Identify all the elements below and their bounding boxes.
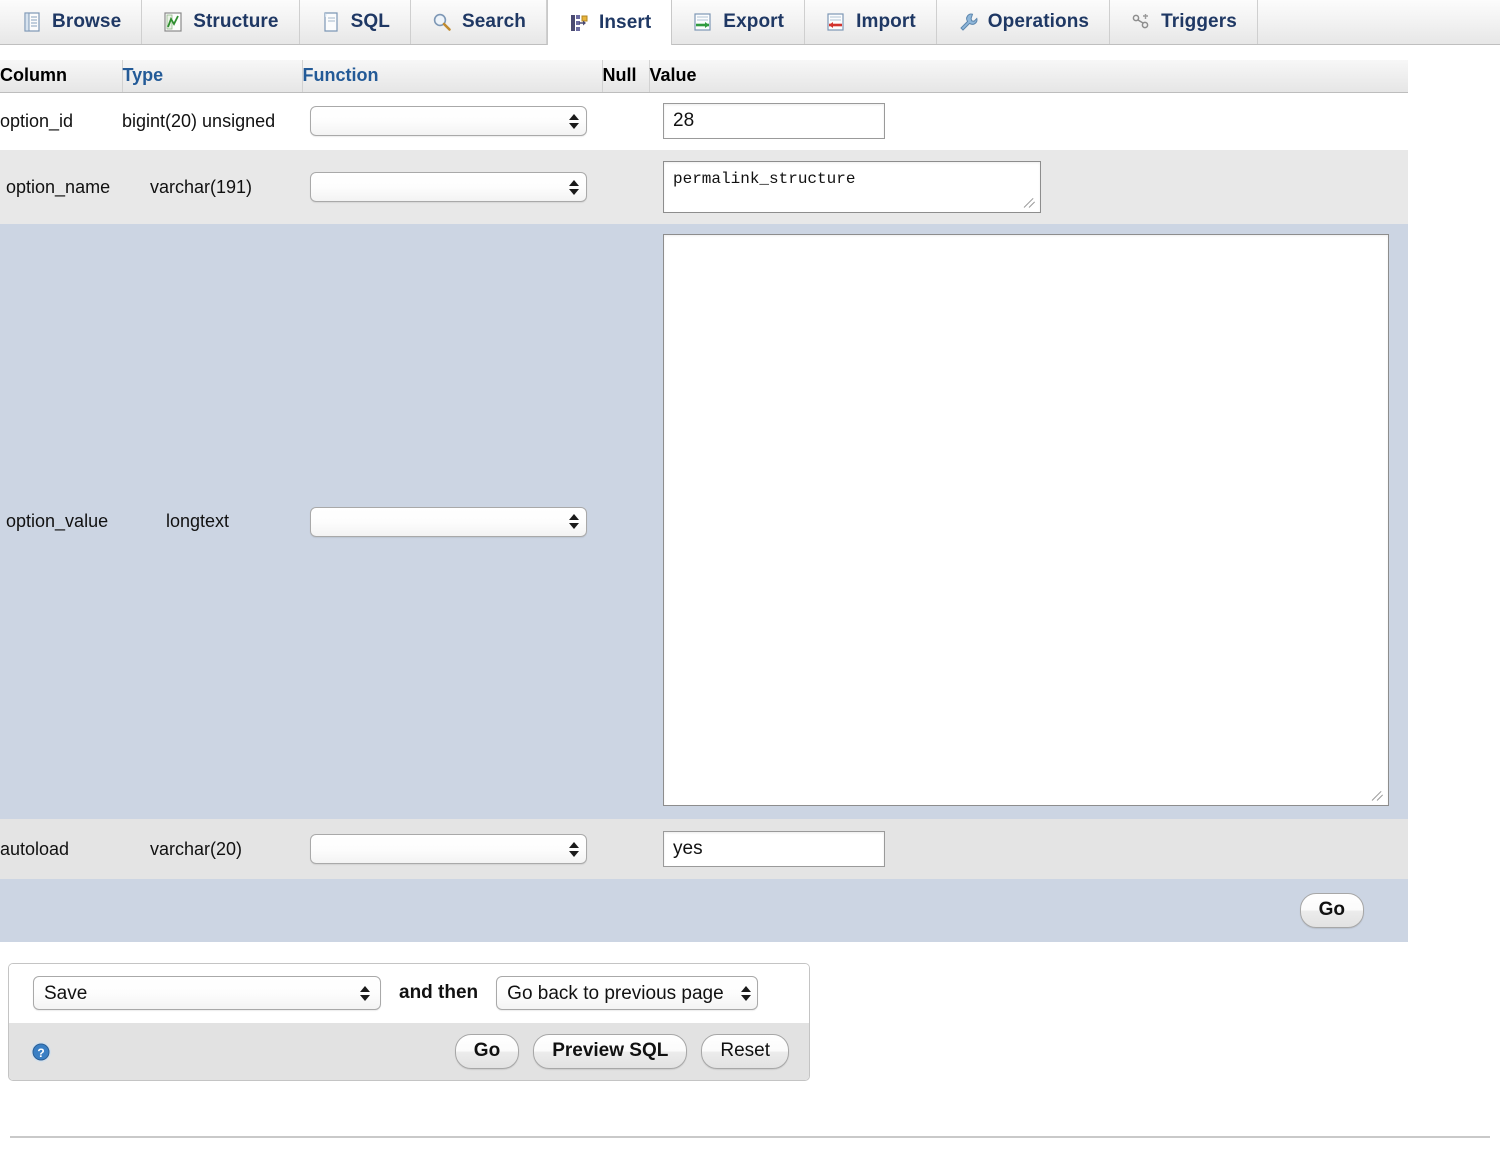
row-column-name: option_name (0, 150, 122, 224)
insert-actions-panel: Save and then Go back to previous page ?… (8, 963, 810, 1081)
tab-sql[interactable]: SQL (300, 0, 411, 44)
tab-label: Import (856, 11, 916, 33)
wrench-icon (957, 11, 979, 33)
function-select[interactable] (310, 834, 587, 864)
export-icon (692, 11, 714, 33)
row-null-cell (602, 224, 649, 819)
value-textarea-wrap (663, 224, 1389, 814)
search-icon (431, 11, 453, 33)
import-icon (825, 11, 847, 33)
panel-select-row: Save and then Go back to previous page (9, 964, 809, 1022)
value-textarea-wrap: permalink_structure (663, 153, 1041, 221)
function-select-wrap (310, 172, 587, 202)
go-submit-button[interactable]: Go (455, 1034, 519, 1069)
value-textarea-option-value[interactable] (663, 234, 1389, 806)
tab-label: Operations (988, 11, 1089, 33)
tab-label: Insert (599, 12, 651, 34)
row-function-cell (302, 224, 602, 819)
sql-icon (320, 11, 342, 33)
save-select-wrap: Save (33, 976, 381, 1010)
table-row: autoload varchar(20) (0, 819, 1408, 879)
tab-browse[interactable]: Browse (0, 0, 142, 44)
reset-button[interactable]: Reset (701, 1034, 789, 1069)
row-value-cell (649, 224, 1408, 819)
go-button[interactable]: Go (1300, 893, 1364, 928)
browse-icon (21, 11, 43, 33)
row-column-type: longtext (122, 224, 302, 819)
go-cell: Go (0, 879, 1408, 942)
tab-export[interactable]: Export (672, 0, 805, 44)
row-function-cell (302, 92, 602, 150)
help-circle-icon[interactable]: ? (29, 1040, 53, 1064)
tab-label: Search (462, 11, 526, 33)
triggers-icon (1130, 11, 1152, 33)
tab-label: Structure (193, 11, 278, 33)
row-null-cell (602, 819, 649, 879)
after-action-select[interactable]: Go back to previous page (496, 976, 758, 1010)
insert-icon (568, 12, 590, 34)
row-column-type: varchar(20) (122, 819, 302, 879)
table-row: option_id bigint(20) unsigned (0, 92, 1408, 150)
tab-insert[interactable]: Insert (547, 0, 672, 45)
and-then-label: and then (399, 982, 478, 1004)
row-value-cell (649, 819, 1408, 879)
table-go-row: Go (0, 879, 1408, 942)
header-value[interactable]: Value (649, 60, 1408, 92)
row-column-name: autoload (0, 819, 122, 879)
tab-label: SQL (351, 11, 390, 33)
row-column-name: option_id (0, 92, 122, 150)
page-bottom-divider (10, 1136, 1490, 1138)
preview-sql-button[interactable]: Preview SQL (533, 1034, 687, 1069)
row-value-cell (649, 92, 1408, 150)
insert-form-table: Column Type Function Null Value option_i… (0, 60, 1408, 942)
table-row: option_value longtext (0, 224, 1408, 819)
function-select-wrap (310, 834, 587, 864)
tab-operations[interactable]: Operations (937, 0, 1110, 44)
tab-import[interactable]: Import (805, 0, 937, 44)
row-function-cell (302, 819, 602, 879)
function-select[interactable] (310, 106, 587, 136)
function-select[interactable] (310, 507, 587, 537)
main-tab-bar: Browse Structure SQL (0, 0, 1500, 45)
row-function-cell (302, 150, 602, 224)
value-input-autoload[interactable] (663, 831, 885, 867)
function-select[interactable] (310, 172, 587, 202)
header-null[interactable]: Null (602, 60, 649, 92)
row-value-cell: permalink_structure (649, 150, 1408, 224)
svg-text:?: ? (37, 1046, 44, 1060)
row-column-type: bigint(20) unsigned (122, 92, 302, 150)
row-column-name: option_value (0, 224, 122, 819)
tab-label: Export (723, 11, 784, 33)
tab-search[interactable]: Search (411, 0, 547, 44)
tab-label: Browse (52, 11, 121, 33)
panel-button-row: ? Go Preview SQL Reset (9, 1022, 809, 1080)
table-header-row: Column Type Function Null Value (0, 60, 1408, 92)
row-column-type: varchar(191) (122, 150, 302, 224)
row-null-cell (602, 92, 649, 150)
tab-structure[interactable]: Structure (142, 0, 299, 44)
table-row: option_name varchar(191) permalink_struc… (0, 150, 1408, 224)
tab-triggers[interactable]: Triggers (1110, 0, 1258, 44)
function-select-wrap (310, 106, 587, 136)
row-null-cell (602, 150, 649, 224)
header-type[interactable]: Type (122, 60, 302, 92)
tab-label: Triggers (1161, 11, 1237, 33)
function-select-wrap (310, 507, 587, 537)
header-column[interactable]: Column (0, 60, 122, 92)
save-action-select[interactable]: Save (33, 976, 381, 1010)
structure-icon (162, 11, 184, 33)
after-action-select-wrap: Go back to previous page (496, 976, 758, 1010)
value-textarea-option-name[interactable]: permalink_structure (663, 161, 1041, 213)
value-input-option-id[interactable] (663, 103, 885, 139)
header-function[interactable]: Function (302, 60, 602, 92)
